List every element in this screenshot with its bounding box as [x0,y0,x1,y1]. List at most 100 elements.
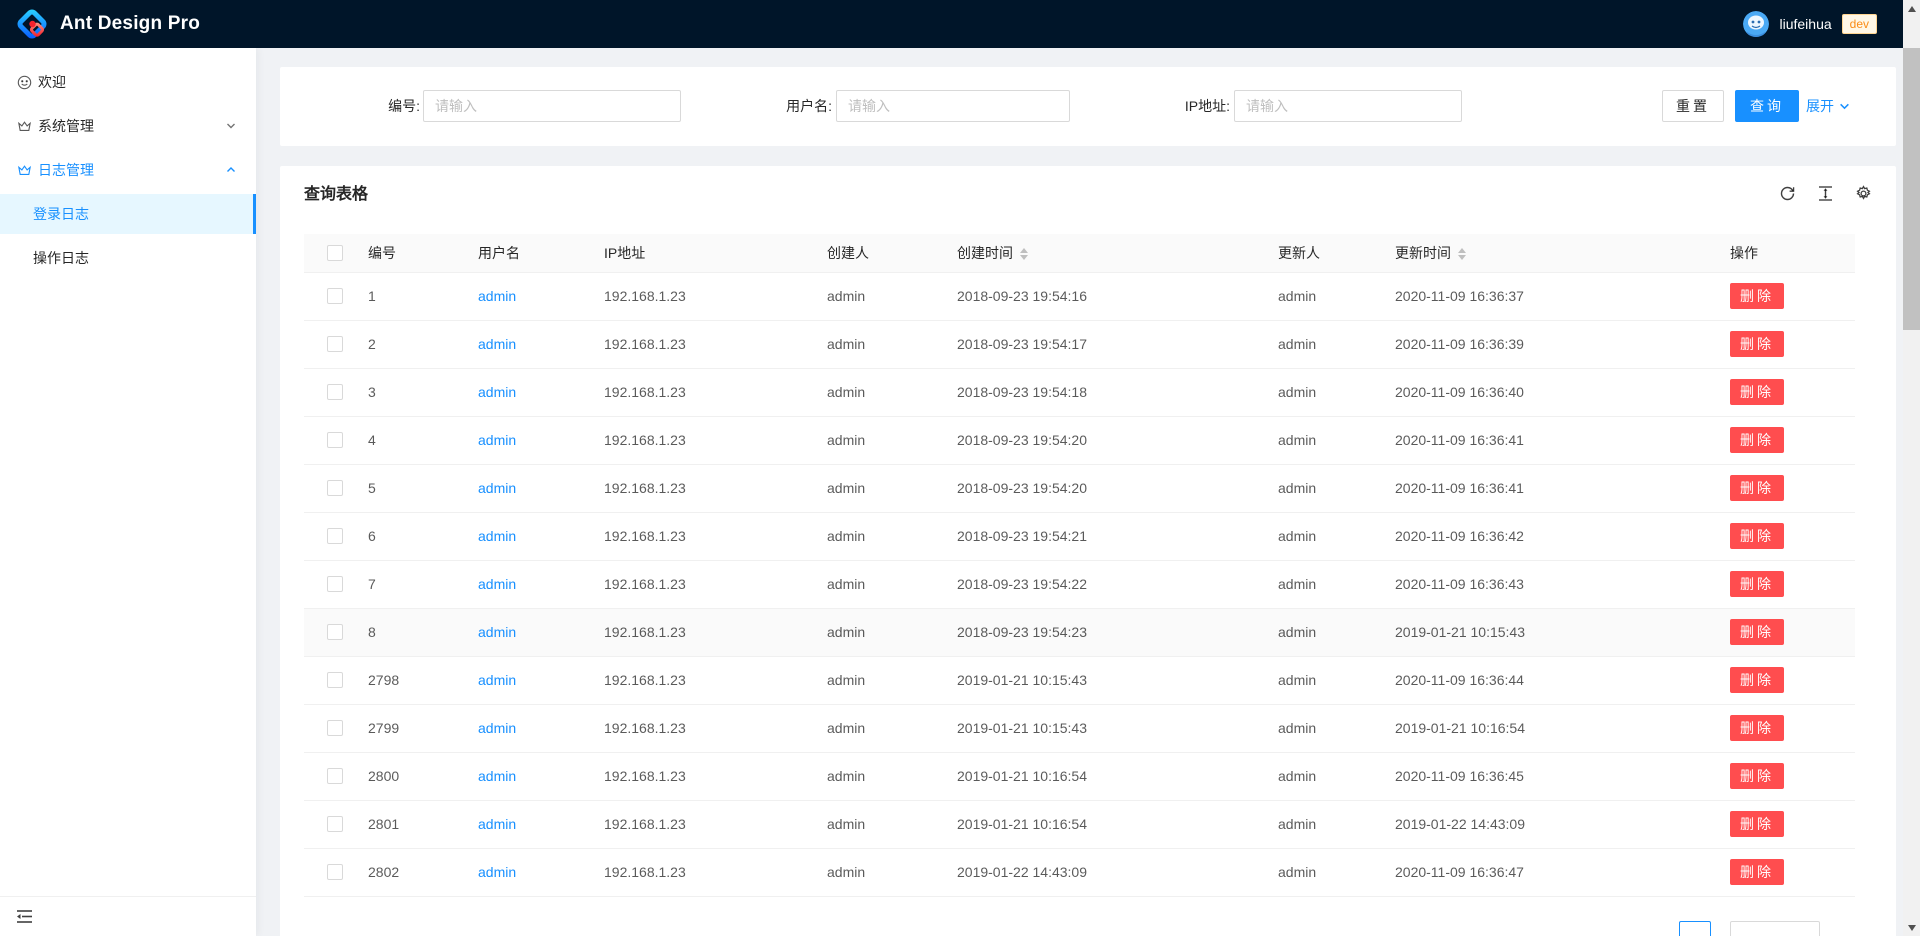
app: Ant Design Pro liufeihua dev [0,0,1920,936]
sidebar-item-operation-log[interactable]: 操作日志 [0,238,256,278]
user-avatar[interactable] [1743,11,1769,37]
username-link[interactable]: admin [478,624,516,640]
cell-updater: admin [1262,368,1379,416]
expand-label: 展开 [1806,96,1834,116]
row-checkbox[interactable] [327,384,343,400]
query-table: 编号 用户名 IP地址 创建人 创建时间 更新人 更新时间 操作 [304,234,1855,897]
cell-updated-at: 2020-11-09 16:36:39 [1379,320,1714,368]
table-title: 查询表格 [304,183,368,207]
cell-updater: admin [1262,752,1379,800]
reset-button[interactable]: 重置 [1662,90,1724,122]
row-checkbox[interactable] [327,432,343,448]
delete-button[interactable]: 删除 [1730,379,1784,405]
cell-creator: admin [811,800,941,848]
cell-updated-at: 2020-11-09 16:36:47 [1379,848,1714,896]
expand-link[interactable]: 展开 [1806,90,1850,122]
pagination-page-1[interactable] [1679,921,1711,936]
ip-input[interactable] [1234,90,1462,122]
query-button[interactable]: 查询 [1735,90,1799,122]
row-checkbox[interactable] [327,528,343,544]
table-body: 1 admin 192.168.1.23 admin 2018-09-23 19… [304,272,1855,896]
vertical-scrollbar[interactable] [1903,0,1920,936]
sidebar-item-label: 操作日志 [33,248,89,268]
cell-updated-at: 2020-11-09 16:36:42 [1379,512,1714,560]
sidebar-item-login-log[interactable]: 登录日志 [0,194,256,234]
delete-button[interactable]: 删除 [1730,715,1784,741]
delete-button[interactable]: 删除 [1730,475,1784,501]
delete-button[interactable]: 删除 [1730,619,1784,645]
chevron-down-icon [1839,101,1850,112]
sort-carets-icon[interactable] [1020,248,1028,260]
cell-updated-at: 2020-11-09 16:36:41 [1379,464,1714,512]
user-name[interactable]: liufeihua [1779,16,1831,32]
scroll-down-arrow-icon[interactable] [1903,919,1920,936]
table-row: 4 admin 192.168.1.23 admin 2018-09-23 19… [304,416,1855,464]
sidebar-item-log-mgmt[interactable]: 日志管理 [0,150,256,190]
cell-creator: admin [811,656,941,704]
delete-button[interactable]: 删除 [1730,811,1784,837]
row-checkbox[interactable] [327,864,343,880]
row-checkbox[interactable] [327,720,343,736]
column-height-icon[interactable] [1817,185,1834,202]
username-link[interactable]: admin [478,432,516,448]
row-checkbox[interactable] [327,624,343,640]
row-checkbox[interactable] [327,672,343,688]
username-link[interactable]: admin [478,768,516,784]
username-link[interactable]: admin [478,672,516,688]
cell-id: 1 [352,272,462,320]
sidebar-item-welcome[interactable]: 欢迎 [0,62,256,102]
crown-icon [17,163,32,178]
sidebar-item-label: 系统管理 [38,116,94,136]
cell-updater: admin [1262,512,1379,560]
delete-button[interactable]: 删除 [1730,523,1784,549]
sort-carets-icon[interactable] [1458,248,1466,260]
row-checkbox[interactable] [327,816,343,832]
row-checkbox[interactable] [327,576,343,592]
delete-button[interactable]: 删除 [1730,667,1784,693]
select-all-checkbox[interactable] [327,245,343,261]
refresh-icon[interactable] [1779,185,1796,202]
username-link[interactable]: admin [478,864,516,880]
delete-button[interactable]: 删除 [1730,859,1784,885]
field-label-ip: IP地址: [980,90,1230,122]
username-link[interactable]: admin [478,528,516,544]
username-link[interactable]: admin [478,384,516,400]
page-size-select[interactable] [1730,921,1820,936]
cell-updated-at: 2020-11-09 16:36:45 [1379,752,1714,800]
column-header-actions: 操作 [1714,234,1855,272]
delete-button[interactable]: 删除 [1730,427,1784,453]
username-link[interactable]: admin [478,288,516,304]
settings-gear-icon[interactable] [1855,185,1872,202]
delete-button[interactable]: 删除 [1730,283,1784,309]
cell-creator: admin [811,320,941,368]
cell-creator: admin [811,848,941,896]
sidebar-item-system-mgmt[interactable]: 系统管理 [0,106,256,146]
top-header: Ant Design Pro liufeihua dev [0,0,1920,48]
cell-ip: 192.168.1.23 [588,320,811,368]
cell-created-at: 2018-09-23 19:54:18 [941,368,1262,416]
menu-fold-icon[interactable] [16,908,33,925]
column-header-username: 用户名 [462,234,588,272]
username-link[interactable]: admin [478,720,516,736]
row-checkbox[interactable] [327,336,343,352]
row-checkbox[interactable] [327,480,343,496]
column-header-created-at[interactable]: 创建时间 [941,234,1262,272]
cell-created-at: 2018-09-23 19:54:23 [941,608,1262,656]
scroll-up-arrow-icon[interactable] [1903,0,1920,17]
username-link[interactable]: admin [478,576,516,592]
scrollbar-thumb[interactable] [1903,48,1920,330]
row-checkbox[interactable] [327,768,343,784]
table-row: 2802 admin 192.168.1.23 admin 2019-01-22… [304,848,1855,896]
cell-created-at: 2019-01-21 10:15:43 [941,656,1262,704]
column-header-updated-at[interactable]: 更新时间 [1379,234,1714,272]
username-link[interactable]: admin [478,336,516,352]
delete-button[interactable]: 删除 [1730,571,1784,597]
cell-id: 2798 [352,656,462,704]
delete-button[interactable]: 删除 [1730,763,1784,789]
cell-created-at: 2019-01-21 10:16:54 [941,752,1262,800]
row-checkbox[interactable] [327,288,343,304]
username-link[interactable]: admin [478,480,516,496]
delete-button[interactable]: 删除 [1730,331,1784,357]
username-link[interactable]: admin [478,816,516,832]
pagination [304,921,1855,936]
